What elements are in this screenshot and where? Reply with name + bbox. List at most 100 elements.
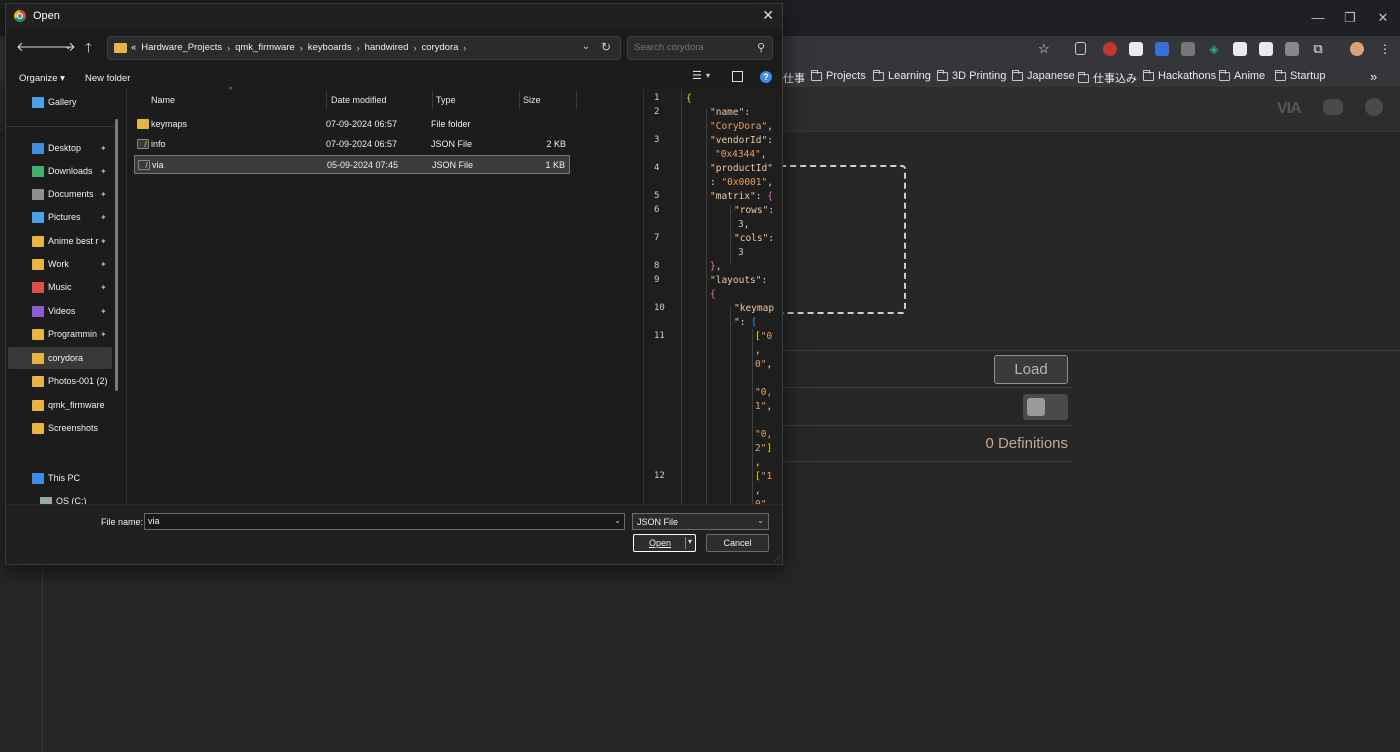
column-divider[interactable] <box>432 91 433 109</box>
pin-icon[interactable]: ✦ <box>100 260 107 269</box>
file-type-select[interactable]: JSON File ⌄ <box>632 513 769 530</box>
extension-icon-2[interactable] <box>1103 42 1117 56</box>
profile-avatar[interactable] <box>1350 42 1364 56</box>
chevron-right-icon[interactable]: › <box>300 43 303 53</box>
restore-button[interactable]: ❐ <box>1340 10 1360 26</box>
chevron-right-icon[interactable]: › <box>413 43 416 53</box>
extension-icon-9[interactable] <box>1285 42 1299 56</box>
bookmark-item[interactable]: Anime <box>1219 69 1265 82</box>
sidebar-item[interactable]: Videos ✦ <box>8 300 112 322</box>
bookmark-item[interactable]: Japanese <box>1012 69 1075 82</box>
bookmark-item[interactable]: Startup <box>1275 69 1325 82</box>
chevron-right-icon[interactable]: › <box>357 43 360 53</box>
sidebar-item-this-pc[interactable]: ▼ This PC <box>8 467 112 489</box>
sidebar-item[interactable]: Music ✦ <box>8 276 112 298</box>
sidebar-item[interactable]: Desktop ✦ <box>8 137 112 159</box>
chevron-down-icon[interactable]: ⌄ <box>757 516 764 525</box>
extension-icon-7[interactable] <box>1233 42 1247 56</box>
column-header-type[interactable]: Type <box>436 95 456 105</box>
view-list-icon[interactable]: ☰ <box>692 69 702 82</box>
open-button[interactable]: Open ▾ <box>633 534 696 552</box>
chevron-down-icon[interactable]: ⌄ <box>582 41 590 52</box>
organize-button[interactable]: Organize ▾ <box>19 73 65 84</box>
extension-icon-4[interactable] <box>1155 42 1169 56</box>
address-bar[interactable]: « Hardware_Projects › qmk_firmware › key… <box>107 36 621 60</box>
breadcrumb-item[interactable]: keyboards <box>308 42 352 53</box>
sidebar-item[interactable]: Pictures ✦ <box>8 206 112 228</box>
github-icon[interactable] <box>1365 98 1383 116</box>
column-header-name[interactable]: Name <box>151 95 175 105</box>
breadcrumb-item[interactable]: handwired <box>365 42 409 53</box>
sidebar-item[interactable]: Documents ✦ <box>8 183 112 205</box>
column-header-date[interactable]: Date modified <box>331 95 387 105</box>
bookmark-item[interactable]: Hackathons <box>1143 69 1216 82</box>
more-menu-icon[interactable]: ⋮ <box>1378 42 1392 56</box>
extension-icon-5[interactable] <box>1181 42 1195 56</box>
search-icon[interactable]: ⚲ <box>757 41 765 54</box>
resize-grip-icon[interactable]: ⋰ <box>774 555 781 563</box>
chevron-right-icon[interactable]: › <box>227 43 230 53</box>
help-icon[interactable]: ? <box>760 71 772 83</box>
close-icon[interactable]: ✕ <box>762 7 774 24</box>
new-folder-button[interactable]: New folder <box>85 73 130 84</box>
pin-icon[interactable]: ✦ <box>100 167 107 176</box>
file-row[interactable]: info 07-09-2024 06:57 JSON File 2 KB <box>134 135 570 154</box>
chevron-down-icon[interactable]: ⌄ <box>614 516 621 525</box>
open-options-chevron-icon[interactable]: ▾ <box>688 537 692 546</box>
breadcrumb-item[interactable]: corydora <box>421 42 458 53</box>
sidebar-item[interactable]: qmk_firmware <box>8 394 112 416</box>
bookmark-item[interactable]: 仕事 <box>783 70 805 86</box>
sidebar-item[interactable]: Work ✦ <box>8 253 112 275</box>
load-button[interactable]: Load <box>994 355 1068 384</box>
up-arrow-icon[interactable]: 🡑 <box>85 39 92 61</box>
preview-pane-icon[interactable] <box>732 71 743 82</box>
sidebar-item-os-drive[interactable]: › OS (C:) <box>8 490 112 504</box>
sidebar-item-gallery[interactable]: Gallery <box>8 91 112 113</box>
pin-icon[interactable]: ✦ <box>100 190 107 199</box>
bookmark-item[interactable]: 3D Printing <box>937 69 1006 82</box>
sidebar-item[interactable]: Programmin ✦ <box>8 323 112 345</box>
extension-icon-8[interactable] <box>1259 42 1273 56</box>
pin-icon[interactable]: ✦ <box>100 144 107 153</box>
sidebar-item[interactable]: Photos-001 (2) <box>8 370 112 392</box>
sidebar-item[interactable]: Anime best r ✦ <box>8 230 112 252</box>
recent-locations-chevron-icon[interactable]: ⌄ <box>64 41 72 52</box>
column-divider[interactable] <box>326 91 327 109</box>
column-divider[interactable] <box>519 91 520 109</box>
window-close-button[interactable]: ✕ <box>1373 10 1393 26</box>
column-header-size[interactable]: Size <box>523 95 541 105</box>
file-name-input[interactable] <box>148 516 603 526</box>
breadcrumb-overflow[interactable]: « <box>131 42 136 53</box>
bookmark-item[interactable]: Learning <box>873 69 931 82</box>
cancel-button[interactable]: Cancel <box>706 534 769 552</box>
search-input[interactable] <box>634 42 754 53</box>
breadcrumb-item[interactable]: Hardware_Projects <box>141 42 222 53</box>
pin-icon[interactable]: ✦ <box>100 237 107 246</box>
file-row[interactable]: keymaps 07-09-2024 06:57 File folder <box>134 115 570 134</box>
file-name-combobox[interactable]: ⌄ <box>144 513 625 530</box>
bookmarks-overflow-button[interactable]: » <box>1370 69 1377 84</box>
star-icon[interactable]: ☆ <box>1038 41 1050 57</box>
toggle-switch[interactable] <box>1023 394 1068 420</box>
pin-icon[interactable]: ✦ <box>100 283 107 292</box>
extension-puzzle-icon[interactable]: ⧉ <box>1311 42 1325 56</box>
sidebar-item[interactable]: corydora <box>8 347 112 369</box>
extension-icon-3[interactable] <box>1129 42 1143 56</box>
refresh-icon[interactable]: ↻ <box>601 40 611 54</box>
discord-icon[interactable] <box>1323 99 1343 115</box>
minimize-button[interactable]: — <box>1308 10 1328 25</box>
sidebar-item[interactable]: Screenshots <box>8 417 112 439</box>
chevron-right-icon[interactable]: › <box>463 43 466 53</box>
breadcrumb-item[interactable]: qmk_firmware <box>235 42 295 53</box>
sidebar-scrollbar[interactable] <box>115 119 118 391</box>
pin-icon[interactable]: ✦ <box>100 213 107 222</box>
extension-icon-6[interactable]: ◈ <box>1207 42 1221 56</box>
search-box[interactable]: ⚲ <box>627 36 773 60</box>
extension-icon-1[interactable] <box>1075 42 1086 55</box>
pin-icon[interactable]: ✦ <box>100 307 107 316</box>
column-divider[interactable] <box>576 91 577 109</box>
file-row[interactable]: via 05-09-2024 07:45 JSON File 1 KB <box>134 155 570 174</box>
pin-icon[interactable]: ✦ <box>100 330 107 339</box>
view-options-chevron-icon[interactable]: ▾ <box>706 71 710 80</box>
sidebar-item[interactable]: Downloads ✦ <box>8 160 112 182</box>
